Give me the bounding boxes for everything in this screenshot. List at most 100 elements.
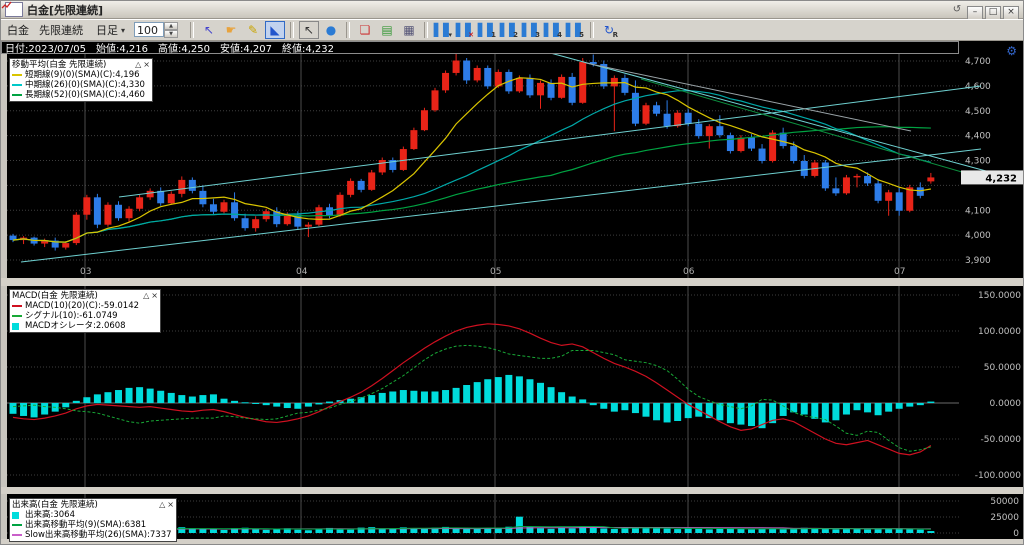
ohlc-field: 安値:4,207 [220,44,273,55]
legend-item-label: 短期線(9)(0)(SMA)(C):4,196 [25,70,140,80]
toolbar-separator [190,22,195,38]
toolbar-separator [346,22,351,38]
legend-swatch [12,74,22,76]
ohlc-field: 高値:4,250 [158,44,211,55]
app-chart-icon [1,1,23,17]
chart-region: 4,700 4,600 4,500 4,400 4,300 4,100 4,000 3,900… [1,41,1023,544]
svg-text:03: 03 [80,267,91,277]
legend-title: 出来高(白金 先限連続) [12,500,98,510]
chart-type-icon[interactable]: ▌▋ ▾ [433,21,453,39]
indicator-window-3-icon-badge: 3 [535,31,541,39]
delete-indicator-icon-badge: ✕ [468,31,475,39]
svg-text:3,900: 3,900 [965,256,991,266]
legend-item-label: MACD(10)(20)(C):-59.0142 [25,301,140,311]
legend-title: MACD(白金 先限連続) [12,291,98,301]
refresh-icon[interactable]: ↻ R [599,21,619,39]
grid-table-icon[interactable]: ▦ [399,21,419,39]
legend-item: 短期線(9)(0)(SMA)(C):4,196 [12,70,150,80]
svg-text:4,700: 4,700 [965,57,991,67]
legend-collapse-button[interactable]: △ [159,500,165,510]
chart-type-icon-badge: ▾ [448,31,453,39]
legend-swatch [12,524,22,526]
timeframe-dropdown[interactable]: 日足 ▾ [93,21,128,39]
legend-collapse-button[interactable]: △ [135,60,141,70]
delete-indicator-icon[interactable]: ▌▋ ✕ [455,21,475,39]
legend-item-label: 出来高移動平均(9)(SMA):6381 [25,520,147,530]
indicator-window-5-icon[interactable]: ▌▋ 5 [565,21,585,39]
svg-text:4,232: 4,232 [985,173,1017,184]
svg-text:-100.0000: -100.0000 [975,471,1021,481]
new-chart-window-icon[interactable]: ❏ [355,21,375,39]
svg-text:4,300: 4,300 [965,157,991,167]
svg-text:04: 04 [296,267,308,277]
legend-collapse-button[interactable]: △ [143,291,149,301]
legend-item: MACD(10)(20)(C):-59.0142 [12,301,158,311]
measure-tool-icon[interactable]: ◣ [265,21,286,39]
moving-average-legend: 移動平均(白金 先限連続) △ × 短期線(9)(0)(SMA)(C):4,196 中期… [9,58,153,102]
volume-legend: 出来高(白金 先限連続) △ × 出来高:3064 出来高移動平均(9)(SMA):63… [9,498,177,542]
quote-table-icon[interactable]: ▤ [377,21,397,39]
legend-item: シグナル(10):-61.0749 [12,311,158,321]
series-label: 先限連続 [39,24,83,37]
svg-text:0.0000: 0.0000 [990,399,1022,409]
legend-item-label: 中期線(26)(0)(SMA)(C):4,330 [25,80,145,90]
close-button[interactable]: × [1003,6,1019,20]
svg-text:150.0000: 150.0000 [978,291,1021,301]
svg-text:4,100: 4,100 [965,206,991,216]
window-buttons: – □ × [965,1,1019,20]
window-title: 白金[先限連続] [27,3,104,17]
chevron-down-icon: ▾ [121,25,126,35]
indicator-window-1-icon-badge: 1 [491,31,497,39]
spinner-up-icon[interactable]: ▲ [164,22,179,30]
svg-text:06: 06 [683,267,695,277]
indicator-window-2-icon[interactable]: ▌▋ 2 [499,21,519,39]
legend-close-button[interactable]: × [151,291,158,301]
legend-swatch [12,511,19,519]
legend-item: 出来高:3064 [12,510,174,520]
main-toolbar: 白金 先限連続 日足 ▾ 100 ▲ ▼ ↖ ☛ ✎ ◣ ↖ ● ❏ ▤ ▦ ▌▋ ▾ ▌▋ ✕ ▌▋ 1 ▌… [1,19,1023,41]
indicator-window-4-icon[interactable]: ▌▋ 4 [543,21,563,39]
legend-item: 中期線(26)(0)(SMA)(C):4,330 [12,80,150,90]
pencil-tool-icon[interactable]: ✎ [243,21,263,39]
maximize-button[interactable]: □ [985,6,1001,20]
svg-text:100.0000: 100.0000 [978,327,1021,337]
settings-wrench-icon[interactable]: ⚙ [1006,44,1017,58]
legend-swatch [12,322,19,330]
hand-tool-icon[interactable]: ☛ [221,21,241,39]
minimize-button[interactable]: – [967,6,983,20]
svg-text:4,500: 4,500 [965,107,991,117]
legend-item-label: MACDオシレータ:2.0608 [25,321,126,331]
svg-text:07: 07 [894,267,905,277]
select-cursor-icon[interactable]: ↖ [199,21,219,39]
svg-text:4,400: 4,400 [965,132,991,142]
title-bar: 白金[先限連続] ⊘↺⊞ –□× [1,1,1023,29]
indicator-window-3-icon[interactable]: ▌▋ 3 [521,21,541,39]
refresh-icon-badge: R [612,31,619,39]
legend-close-button[interactable]: × [143,60,150,70]
legend-item-label: 長期線(52)(0)(SMA)(C):4,460 [25,90,145,100]
indicator-window-1-icon[interactable]: ▌▋ 1 [477,21,497,39]
svg-text:50000: 50000 [990,497,1019,507]
legend-item: Slow出来高移動平均(26)(SMA):7337 [12,530,174,540]
svg-text:50.0000: 50.0000 [984,363,1021,373]
ohlc-info-bar: 日付:2023/07/05 始値:4,216 高値:4,250 安値:4,207 終値:… [1,41,959,55]
legend-swatch [12,315,22,317]
tool-icons: ↖ ☛ ✎ ◣ ↖ ● ❏ ▤ ▦ ▌▋ ▾ ▌▋ ✕ ▌▋ 1 ▌▋ 2 ▌▋ 3 ▌▋ 4 ▌▋ 5 ↻ R [198,21,620,39]
legend-close-button[interactable]: × [167,500,174,510]
chart-application-window: 白金[先限連続] ⊘↺⊞ –□× 白金 先限連続 日足 ▾ 100 ▲ ▼ ↖☛… [0,0,1024,545]
legend-swatch [12,94,22,96]
crosshair-select-icon[interactable]: ↖ [299,21,320,39]
legend-item-label: 出来高:3064 [25,510,75,520]
toolbar-separator [290,22,295,38]
ohlc-field: 始値:4,216 [96,44,149,55]
spinner-down-icon[interactable]: ▼ [164,30,179,38]
reload-icon[interactable]: ↺ [949,3,965,17]
bars-count-spinner[interactable]: 100 ▲ ▼ [134,22,179,38]
toolbar-separator [590,22,595,38]
legend-item: MACDオシレータ:2.0608 [12,321,158,331]
bars-count-value[interactable]: 100 [134,22,165,37]
navigate-icon[interactable]: ● [321,21,341,39]
legend-item-label: Slow出来高移動平均(26)(SMA):7337 [25,530,172,540]
indicator-window-5-icon-badge: 5 [579,31,585,39]
svg-text:05: 05 [490,267,501,277]
